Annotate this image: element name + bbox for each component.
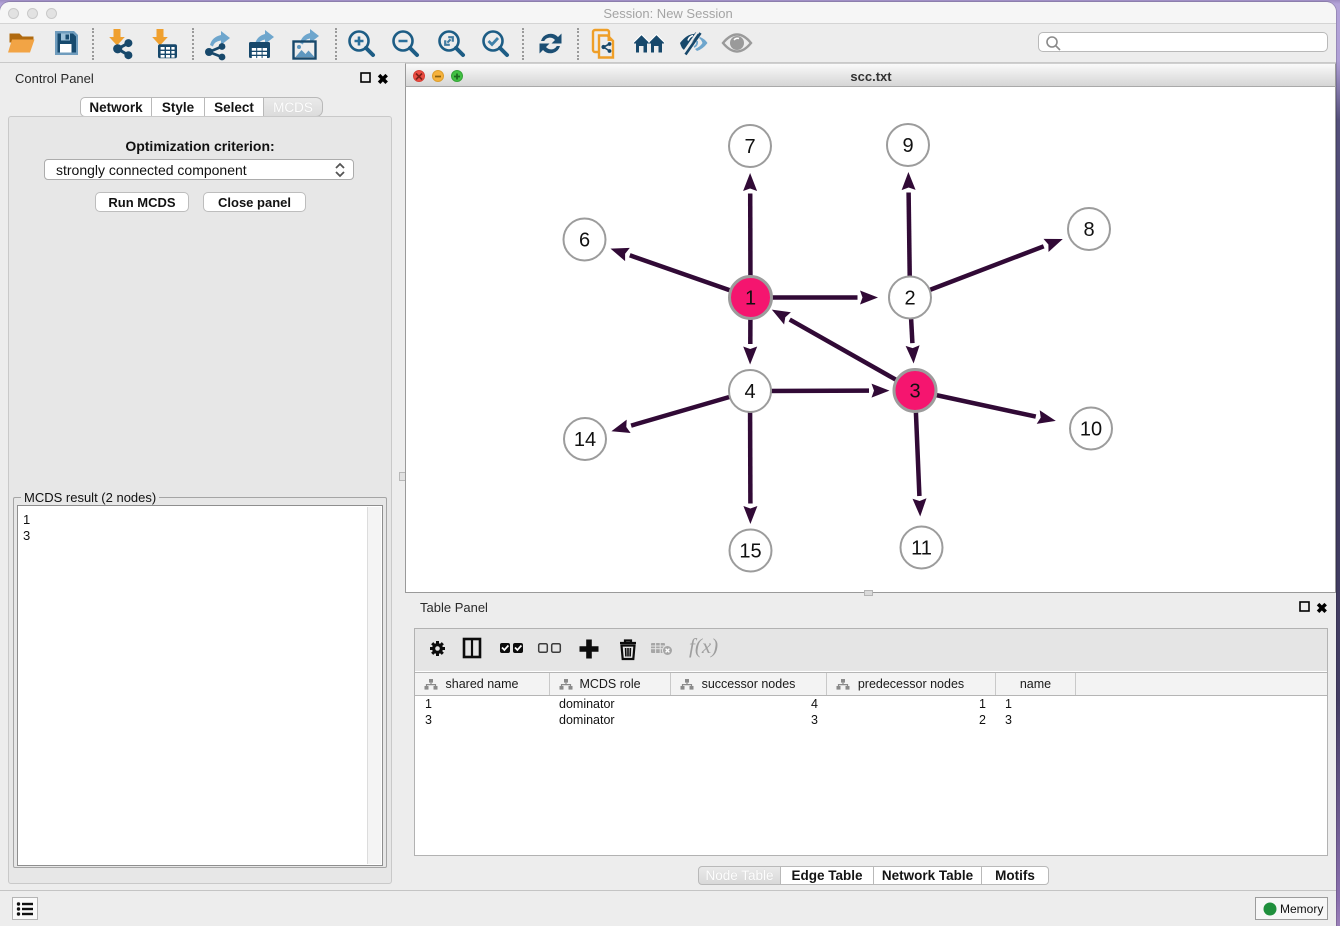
svg-text:4: 4 xyxy=(744,381,755,403)
svg-text:8: 8 xyxy=(1083,219,1094,241)
svg-text:15: 15 xyxy=(739,541,761,563)
svg-text:14: 14 xyxy=(574,429,596,451)
svg-text:10: 10 xyxy=(1080,419,1102,441)
svg-text:7: 7 xyxy=(744,136,755,158)
svg-text:6: 6 xyxy=(579,230,590,252)
svg-text:3: 3 xyxy=(909,381,920,403)
svg-text:9: 9 xyxy=(902,135,913,157)
svg-text:11: 11 xyxy=(911,538,932,560)
svg-text:2: 2 xyxy=(904,288,915,310)
svg-text:1: 1 xyxy=(745,288,756,310)
